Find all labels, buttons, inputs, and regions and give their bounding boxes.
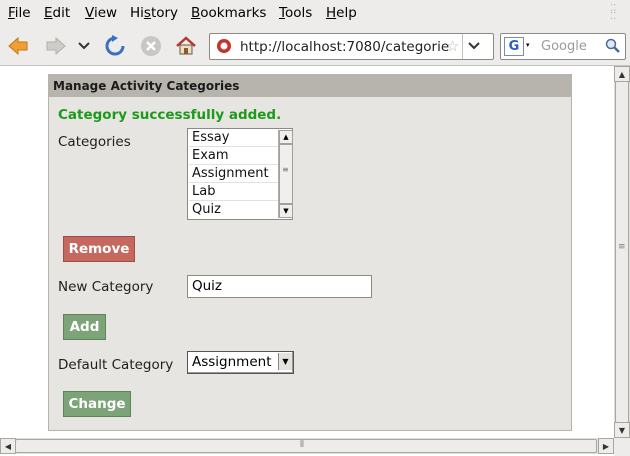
search-bar[interactable]: G ▾ Google bbox=[500, 33, 626, 60]
menu-file[interactable]: File bbox=[8, 5, 31, 21]
magnifier-icon[interactable] bbox=[605, 38, 621, 54]
select-dropdown-icon[interactable]: ▼ bbox=[278, 353, 292, 370]
forward-button[interactable] bbox=[44, 34, 68, 58]
search-input[interactable]: Google bbox=[541, 39, 587, 54]
toolbar-grip-icon: ⁚⁚ ⁚⁚ bbox=[610, 3, 617, 22]
url-text: http://localhost:7080/categorie bbox=[240, 39, 450, 55]
menu-help[interactable]: Help bbox=[326, 5, 357, 21]
history-dropdown-button[interactable] bbox=[76, 34, 92, 58]
categories-label: Categories bbox=[58, 134, 131, 150]
back-arrow-icon bbox=[8, 36, 28, 56]
scroll-down-icon[interactable]: ▼ bbox=[614, 422, 630, 438]
add-button[interactable]: Add bbox=[63, 314, 106, 340]
remove-button[interactable]: Remove bbox=[63, 236, 135, 262]
reload-icon bbox=[105, 35, 125, 56]
site-favicon-icon bbox=[217, 39, 231, 53]
url-divider bbox=[462, 34, 463, 59]
forward-arrow-icon bbox=[46, 36, 66, 56]
default-category-value: Assignment bbox=[192, 354, 272, 370]
list-item[interactable]: Essay bbox=[189, 129, 280, 147]
vertical-scroll-thumb[interactable]: ≡ bbox=[615, 81, 629, 423]
list-item[interactable]: Lab bbox=[189, 183, 280, 201]
menu-tools[interactable]: Tools bbox=[279, 5, 312, 21]
page-horizontal-scrollbar[interactable]: ◀ ⦀ ▶ bbox=[0, 438, 614, 454]
categories-listbox[interactable]: Essay Exam Assignment Lab Quiz ▲ ≡ ▼ bbox=[187, 128, 293, 220]
scroll-up-icon[interactable]: ▲ bbox=[279, 130, 293, 144]
grip-icon: ≡ bbox=[282, 165, 289, 174]
scrollbar-corner bbox=[614, 438, 630, 456]
listbox-scrollbar[interactable]: ▲ ≡ ▼ bbox=[278, 130, 293, 218]
default-category-label: Default Category bbox=[58, 357, 174, 373]
back-button[interactable] bbox=[6, 34, 30, 58]
engine-dropdown-icon[interactable]: ▾ bbox=[526, 41, 530, 49]
scroll-left-icon[interactable]: ◀ bbox=[0, 438, 16, 454]
stop-button[interactable] bbox=[139, 34, 163, 58]
chevron-down-icon bbox=[78, 42, 90, 50]
page-viewport: Manage Activity Categories Category succ… bbox=[0, 66, 614, 438]
change-button[interactable]: Change bbox=[63, 391, 131, 417]
google-engine-icon[interactable]: G bbox=[504, 37, 524, 56]
grip-icon: ≡ bbox=[618, 242, 626, 252]
navigation-toolbar: http://localhost:7080/categorie ☆ G ▾ Go… bbox=[0, 27, 630, 66]
scroll-right-icon[interactable]: ▶ bbox=[598, 438, 614, 454]
list-item[interactable]: Exam bbox=[189, 147, 280, 165]
page-vertical-scrollbar[interactable]: ▲ ≡ ▼ bbox=[614, 66, 630, 438]
new-category-label: New Category bbox=[58, 279, 154, 295]
menu-bookmarks[interactable]: Bookmarks bbox=[191, 5, 266, 21]
chevron-down-icon bbox=[468, 42, 480, 50]
home-icon bbox=[176, 36, 196, 55]
stop-icon bbox=[141, 36, 161, 56]
home-button[interactable] bbox=[174, 34, 198, 58]
success-message: Category successfully added. bbox=[58, 107, 282, 123]
bookmark-star-icon[interactable]: ☆ bbox=[446, 37, 459, 55]
url-dropdown-button[interactable] bbox=[467, 40, 481, 55]
horizontal-scroll-thumb[interactable]: ⦀ bbox=[15, 439, 597, 453]
new-category-value: Quiz bbox=[192, 278, 223, 294]
reload-button[interactable] bbox=[103, 34, 127, 58]
menubar: File Edit View History Bookmarks Tools H… bbox=[0, 0, 630, 27]
grip-icon: ⦀ bbox=[300, 440, 304, 450]
address-bar[interactable]: http://localhost:7080/categorie ☆ bbox=[209, 33, 494, 60]
panel-title: Manage Activity Categories bbox=[53, 79, 240, 93]
list-item[interactable]: Quiz bbox=[189, 201, 280, 218]
panel-header: Manage Activity Categories bbox=[49, 75, 571, 97]
menu-view[interactable]: View bbox=[85, 5, 117, 21]
listbox-scroll-thumb[interactable]: ≡ bbox=[279, 144, 293, 204]
default-category-select[interactable]: Assignment ▼ bbox=[187, 351, 294, 374]
scroll-up-icon[interactable]: ▲ bbox=[614, 66, 630, 82]
new-category-input[interactable]: Quiz bbox=[187, 275, 372, 298]
scroll-down-icon[interactable]: ▼ bbox=[279, 204, 293, 218]
menu-history[interactable]: History bbox=[130, 5, 178, 21]
list-item[interactable]: Assignment bbox=[189, 165, 280, 183]
menu-edit[interactable]: Edit bbox=[44, 5, 70, 21]
manage-categories-panel: Manage Activity Categories Category succ… bbox=[48, 74, 572, 431]
